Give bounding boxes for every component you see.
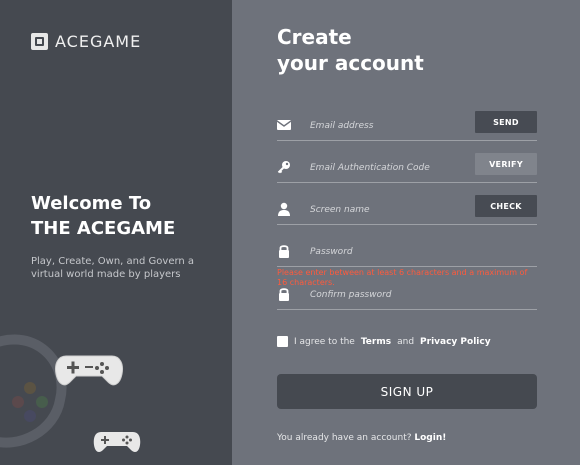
brand-logo[interactable]: ACEGAME	[31, 32, 141, 51]
agree-checkbox[interactable]	[277, 336, 288, 347]
acegame-logo-icon	[31, 33, 48, 50]
welcome-heading: Welcome To THE ACEGAME	[31, 191, 221, 241]
brand-name: ACEGAME	[55, 32, 142, 51]
gamepad-small-icon	[93, 432, 141, 453]
password-row	[277, 240, 537, 267]
login-prompt-text: You already have an account?	[277, 433, 412, 443]
welcome-line-2: THE ACEGAME	[31, 218, 176, 239]
confirm-password-row	[277, 283, 537, 310]
controller-outline-icon	[0, 334, 67, 448]
password-input[interactable]	[310, 240, 460, 264]
confirm-password-input[interactable]	[310, 283, 460, 307]
gamepad-decoration	[0, 334, 141, 453]
form-title-line-1: Create	[277, 25, 352, 49]
form-title-line-2: your account	[277, 51, 424, 75]
gamepad-icon	[55, 355, 123, 386]
auth-code-input[interactable]	[310, 156, 460, 180]
login-link[interactable]: Login!	[414, 433, 446, 443]
signup-form-panel: Create your account SEND VERIFY	[232, 0, 580, 465]
verify-button[interactable]: VERIFY	[475, 153, 537, 175]
tagline: Play, Create, Own, and Govern a virtual …	[31, 256, 195, 280]
welcome-panel: ACEGAME Welcome To THE ACEGAME Play, Cre…	[0, 0, 232, 465]
privacy-policy-link[interactable]: Privacy Policy	[420, 337, 491, 347]
send-code-button[interactable]: SEND	[475, 111, 537, 133]
welcome-line-1: Welcome To	[31, 193, 152, 214]
check-button[interactable]: CHECK	[475, 195, 537, 217]
key-icon	[277, 161, 290, 174]
terms-link[interactable]: Terms	[361, 337, 391, 347]
email-row: SEND	[277, 111, 537, 141]
signup-page: ACEGAME Welcome To THE ACEGAME Play, Cre…	[0, 0, 580, 465]
screen-name-input[interactable]	[310, 198, 460, 222]
agree-and: and	[397, 336, 415, 347]
lock-icon	[279, 288, 289, 301]
person-icon	[278, 202, 290, 216]
email-input[interactable]	[310, 114, 460, 138]
lock-icon	[279, 245, 289, 258]
agree-prefix: I agree to the	[294, 336, 355, 347]
login-prompt: You already have an account? Login!	[277, 433, 446, 443]
screen-name-row: CHECK	[277, 195, 537, 225]
form-title: Create your account	[277, 24, 557, 76]
agree-row: I agree to the Terms and Privacy Policy	[277, 336, 491, 347]
auth-code-row: VERIFY	[277, 153, 537, 183]
sign-up-button[interactable]: SIGN UP	[277, 374, 537, 409]
envelope-icon	[277, 120, 291, 130]
